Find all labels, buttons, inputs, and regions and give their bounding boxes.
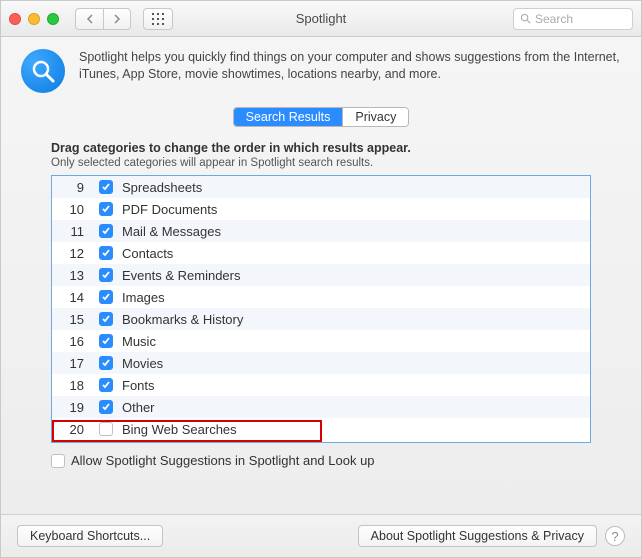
category-label: PDF Documents (120, 202, 217, 217)
category-number: 11 (52, 224, 92, 239)
category-row[interactable]: 9 Spreadsheets (52, 176, 590, 198)
category-row[interactable]: 10 PDF Documents (52, 198, 590, 220)
search-placeholder: Search (535, 12, 573, 26)
preferences-window: Spotlight Search Spotlight helps you qui… (0, 0, 642, 558)
category-label: Fonts (120, 378, 155, 393)
category-label: Bing Web Searches (120, 422, 237, 437)
window-controls (9, 13, 59, 25)
category-checkbox[interactable] (99, 290, 113, 304)
close-window-button[interactable] (9, 13, 21, 25)
category-label: Contacts (120, 246, 173, 261)
spotlight-icon (21, 49, 65, 93)
category-number: 12 (52, 246, 92, 261)
chevron-left-icon (86, 14, 94, 24)
tab-privacy[interactable]: Privacy (342, 108, 408, 126)
category-label: Music (120, 334, 156, 349)
category-label: Other (120, 400, 155, 415)
category-row[interactable]: 17 Movies (52, 352, 590, 374)
allow-suggestions-checkbox[interactable] (51, 454, 65, 468)
category-label: Bookmarks & History (120, 312, 243, 327)
category-checkbox[interactable] (99, 378, 113, 392)
category-row[interactable]: 16 Music (52, 330, 590, 352)
category-checkbox[interactable] (99, 180, 113, 194)
category-checkbox[interactable] (99, 334, 113, 348)
category-checkbox[interactable] (99, 246, 113, 260)
results-panel: Drag categories to change the order in w… (21, 141, 621, 504)
category-checkbox[interactable] (99, 202, 113, 216)
magnifier-icon (30, 58, 56, 84)
category-row[interactable]: 15 Bookmarks & History (52, 308, 590, 330)
about-suggestions-button[interactable]: About Spotlight Suggestions & Privacy (358, 525, 597, 547)
category-label: Events & Reminders (120, 268, 241, 283)
category-checkbox[interactable] (99, 400, 113, 414)
category-row[interactable]: 19 Other (52, 396, 590, 418)
category-checkbox[interactable] (99, 268, 113, 282)
category-number: 10 (52, 202, 92, 217)
forward-button[interactable] (103, 8, 131, 30)
panel-subtext: Only selected categories will appear in … (51, 157, 591, 169)
category-row[interactable]: 18 Fonts (52, 374, 590, 396)
category-number: 18 (52, 378, 92, 393)
nav-buttons (75, 8, 131, 30)
category-label: Spreadsheets (120, 180, 202, 195)
intro-text: Spotlight helps you quickly find things … (79, 49, 621, 83)
search-input[interactable]: Search (513, 8, 633, 30)
category-row[interactable]: 13 Events & Reminders (52, 264, 590, 286)
content-area: Spotlight helps you quickly find things … (1, 37, 641, 514)
intro: Spotlight helps you quickly find things … (21, 49, 621, 93)
category-number: 20 (52, 422, 92, 437)
chevron-right-icon (113, 14, 121, 24)
category-list[interactable]: 9 Spreadsheets 10 PDF Documents 11 Mail & Mes… (51, 175, 591, 443)
category-number: 9 (52, 180, 92, 195)
minimize-window-button[interactable] (28, 13, 40, 25)
category-row[interactable]: 11 Mail & Messages (52, 220, 590, 242)
category-row[interactable]: 20 Bing Web Searches (52, 418, 590, 440)
category-label: Mail & Messages (120, 224, 221, 239)
allow-suggestions-row[interactable]: Allow Spotlight Suggestions in Spotlight… (51, 453, 591, 468)
category-checkbox[interactable] (99, 422, 113, 436)
category-number: 15 (52, 312, 92, 327)
category-number: 17 (52, 356, 92, 371)
footer: Keyboard Shortcuts... About Spotlight Su… (1, 514, 641, 557)
category-number: 14 (52, 290, 92, 305)
panel-heading: Drag categories to change the order in w… (51, 141, 591, 155)
grid-icon (152, 13, 164, 25)
help-icon: ? (611, 529, 618, 544)
category-label: Movies (120, 356, 163, 371)
category-number: 19 (52, 400, 92, 415)
allow-suggestions-label: Allow Spotlight Suggestions in Spotlight… (71, 453, 375, 468)
titlebar: Spotlight Search (1, 1, 641, 37)
category-checkbox[interactable] (99, 224, 113, 238)
tab-bar: Search Results Privacy (21, 107, 621, 127)
category-checkbox[interactable] (99, 312, 113, 326)
back-button[interactable] (75, 8, 103, 30)
category-number: 16 (52, 334, 92, 349)
window-title: Spotlight (296, 11, 347, 26)
keyboard-shortcuts-button[interactable]: Keyboard Shortcuts... (17, 525, 163, 547)
category-row[interactable]: 12 Contacts (52, 242, 590, 264)
category-label: Images (120, 290, 165, 305)
category-checkbox[interactable] (99, 356, 113, 370)
category-row[interactable]: 14 Images (52, 286, 590, 308)
zoom-window-button[interactable] (47, 13, 59, 25)
show-all-button[interactable] (143, 8, 173, 30)
help-button[interactable]: ? (605, 526, 625, 546)
category-number: 13 (52, 268, 92, 283)
tab-search-results[interactable]: Search Results (234, 108, 343, 126)
search-icon (520, 13, 531, 24)
